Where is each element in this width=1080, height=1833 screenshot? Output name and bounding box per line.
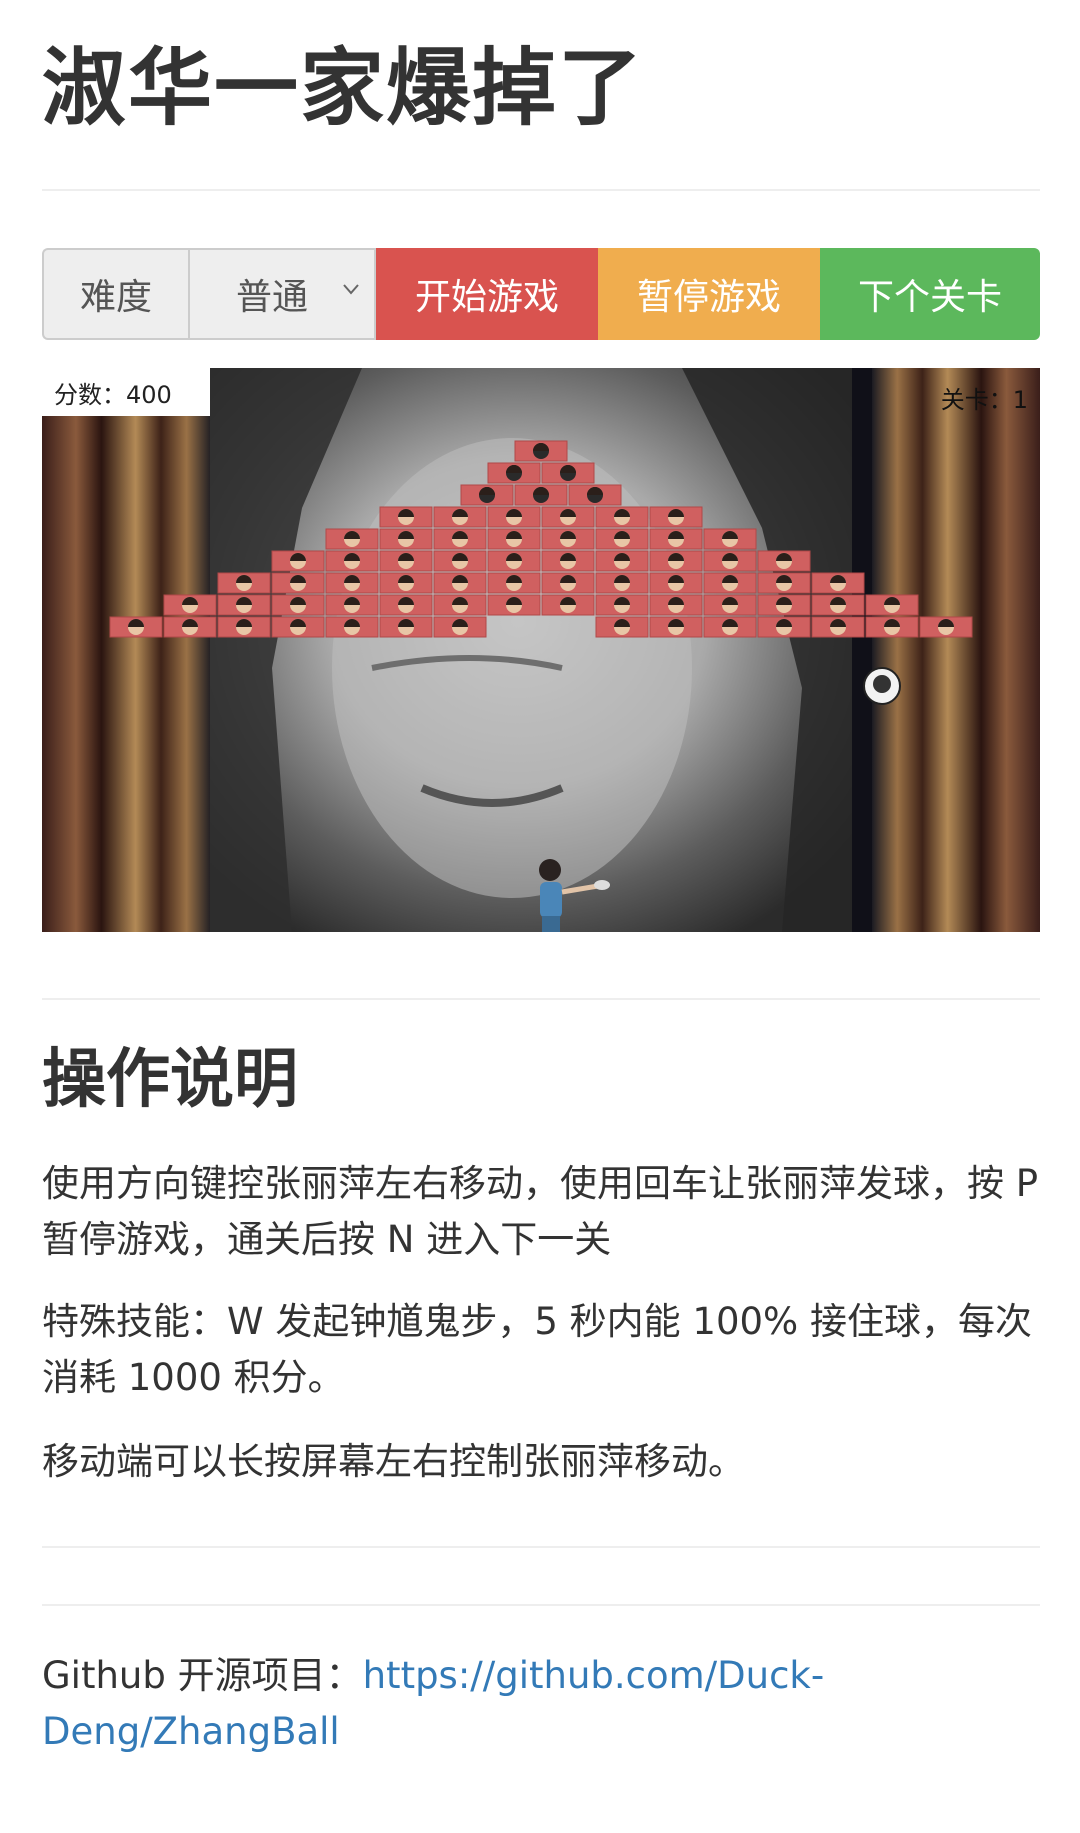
divider bbox=[42, 1604, 1040, 1606]
brick bbox=[514, 484, 568, 506]
brick bbox=[487, 572, 541, 594]
brick bbox=[703, 550, 757, 572]
brick bbox=[433, 572, 487, 594]
difficulty-label: 难度 bbox=[42, 248, 188, 340]
brick bbox=[595, 594, 649, 616]
instructions-mobile: 移动端可以长按屏幕左右控制张丽萍移动。 bbox=[42, 1440, 745, 1483]
brick bbox=[379, 550, 433, 572]
brick bbox=[379, 594, 433, 616]
chevron-down-icon bbox=[343, 284, 359, 295]
brick bbox=[271, 550, 325, 572]
pause-game-button[interactable]: 暂停游戏 bbox=[598, 248, 820, 340]
brick bbox=[757, 550, 811, 572]
brick bbox=[811, 616, 865, 638]
brick bbox=[757, 594, 811, 616]
brick bbox=[379, 616, 433, 638]
brick bbox=[595, 550, 649, 572]
brick bbox=[379, 572, 433, 594]
brick bbox=[649, 506, 703, 528]
brick bbox=[757, 616, 811, 638]
brick bbox=[703, 572, 757, 594]
brick bbox=[433, 528, 487, 550]
brick bbox=[271, 616, 325, 638]
start-game-button[interactable]: 开始游戏 bbox=[376, 248, 598, 340]
instructions-heading: 操作说明 bbox=[42, 1043, 298, 1117]
brick bbox=[271, 572, 325, 594]
brick bbox=[757, 572, 811, 594]
brick bbox=[811, 594, 865, 616]
brick bbox=[541, 572, 595, 594]
brick bbox=[433, 616, 487, 638]
brick bbox=[433, 506, 487, 528]
brick bbox=[163, 616, 217, 638]
brick bbox=[649, 528, 703, 550]
brick bbox=[433, 550, 487, 572]
brick bbox=[595, 572, 649, 594]
difficulty-select[interactable]: 普通 bbox=[188, 248, 376, 340]
brick-field bbox=[109, 440, 973, 638]
brick bbox=[541, 506, 595, 528]
github-label: Github 开源项目： bbox=[42, 1654, 363, 1697]
brick bbox=[433, 594, 487, 616]
divider bbox=[42, 998, 1040, 1000]
next-level-button[interactable]: 下个关卡 bbox=[820, 248, 1040, 340]
brick bbox=[703, 616, 757, 638]
brick bbox=[514, 440, 568, 462]
brick bbox=[541, 594, 595, 616]
brick bbox=[595, 616, 649, 638]
brick bbox=[109, 616, 163, 638]
brick bbox=[325, 572, 379, 594]
brick bbox=[568, 484, 622, 506]
brick bbox=[595, 528, 649, 550]
page-title: 淑华一家爆掉了 bbox=[42, 39, 645, 137]
brick bbox=[811, 572, 865, 594]
control-bar: 难度 普通 开始游戏 暂停游戏 下个关卡 bbox=[42, 248, 1040, 340]
brick bbox=[487, 528, 541, 550]
brick bbox=[541, 528, 595, 550]
brick bbox=[325, 528, 379, 550]
brick bbox=[271, 594, 325, 616]
difficulty-select-value: 普通 bbox=[236, 277, 309, 318]
brick bbox=[919, 616, 973, 638]
brick bbox=[325, 616, 379, 638]
brick bbox=[379, 506, 433, 528]
brick bbox=[649, 550, 703, 572]
brick bbox=[163, 594, 217, 616]
instructions-controls: 使用方向键控张丽萍左右移动，使用回车让张丽萍发球，按 P 暂停游戏，通关后按 N… bbox=[42, 1162, 1039, 1261]
brick bbox=[379, 528, 433, 550]
brick bbox=[865, 594, 919, 616]
instructions-skill: 特殊技能：W 发起钟馗鬼步，5 秒内能 100% 接住球，每次消耗 1000 积… bbox=[42, 1300, 1032, 1399]
brick bbox=[487, 550, 541, 572]
brick bbox=[325, 594, 379, 616]
brick bbox=[703, 528, 757, 550]
brick bbox=[541, 462, 595, 484]
divider bbox=[42, 189, 1040, 191]
brick bbox=[649, 594, 703, 616]
level-display: 关卡：1 bbox=[940, 386, 1028, 414]
brick bbox=[460, 484, 514, 506]
divider bbox=[42, 1546, 1040, 1548]
brick bbox=[487, 506, 541, 528]
game-canvas[interactable]: 分数：400 关卡：1 bbox=[42, 368, 1040, 932]
brick bbox=[541, 550, 595, 572]
brick bbox=[703, 594, 757, 616]
footer: Github 开源项目：https://github.com/Duck-Deng… bbox=[42, 1648, 1040, 1760]
score-display: 分数：400 bbox=[42, 368, 210, 416]
brick bbox=[649, 616, 703, 638]
brick bbox=[325, 550, 379, 572]
brick bbox=[217, 572, 271, 594]
brick bbox=[217, 616, 271, 638]
brick bbox=[649, 572, 703, 594]
brick bbox=[595, 506, 649, 528]
brick bbox=[487, 462, 541, 484]
brick bbox=[865, 616, 919, 638]
brick bbox=[217, 594, 271, 616]
brick bbox=[487, 594, 541, 616]
